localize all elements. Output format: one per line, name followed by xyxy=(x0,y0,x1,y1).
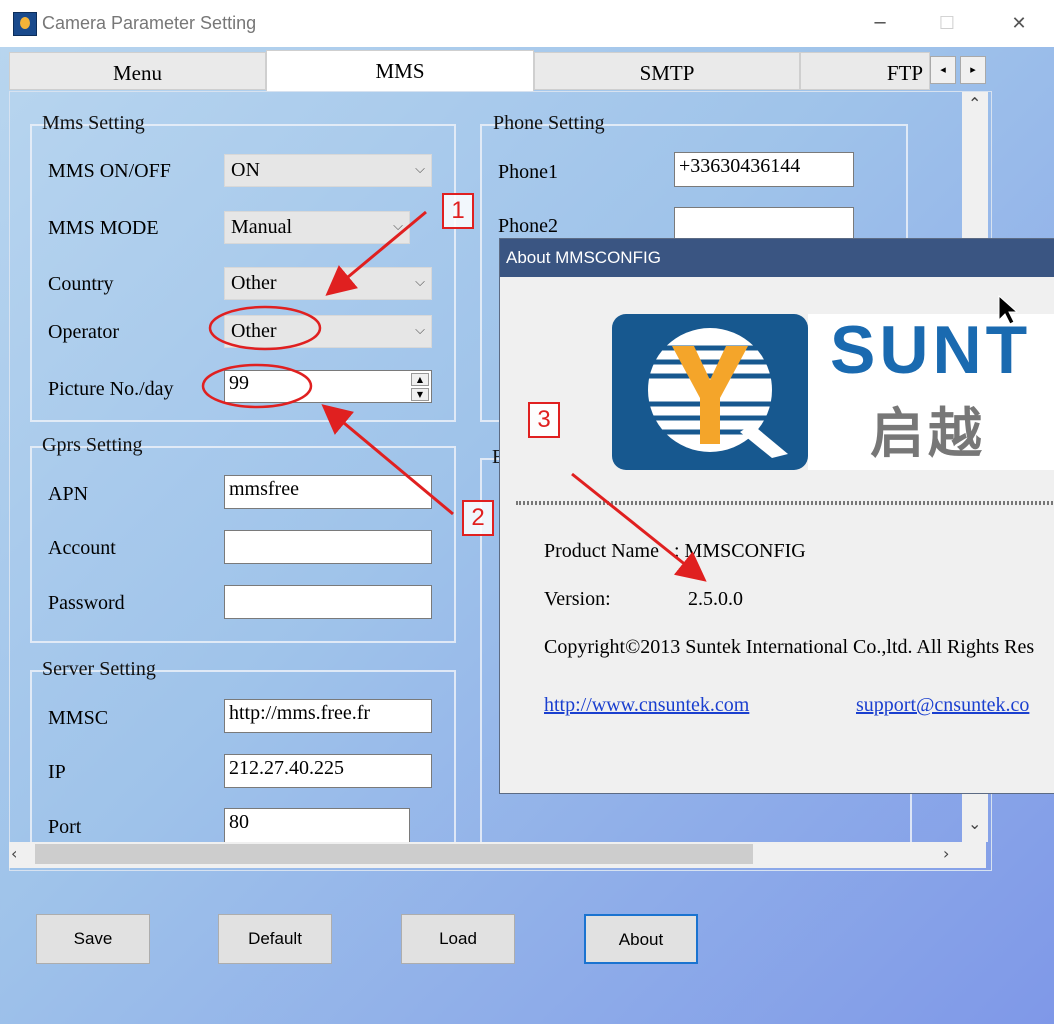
country-select[interactable]: Other ⌵ xyxy=(224,267,432,300)
horizontal-scroll-thumb[interactable] xyxy=(35,844,753,864)
chevron-down-icon: ⌵ xyxy=(415,275,425,290)
annotation-label-2: 2 xyxy=(462,500,494,536)
save-button[interactable]: Save xyxy=(36,914,150,964)
tab-menu[interactable]: Menu xyxy=(9,52,266,90)
suntek-logo-text: SUNT xyxy=(830,312,1032,388)
annotation-label-1: 1 xyxy=(442,193,474,229)
operator-select[interactable]: Other ⌵ xyxy=(224,315,432,348)
copyright-text: Copyright©2013 Suntek International Co.,… xyxy=(544,636,1035,658)
password-label: Password xyxy=(48,592,125,614)
tab-smtp[interactable]: SMTP xyxy=(534,52,800,90)
chevron-down-icon: ⌵ xyxy=(415,323,425,338)
mmsc-input[interactable]: http://mms.free.fr xyxy=(224,699,432,733)
chevron-down-icon: ⌵ xyxy=(415,162,425,177)
operator-label: Operator xyxy=(48,321,120,343)
picture-no-value: 99 xyxy=(229,372,249,394)
mms-mode-label: MMS MODE xyxy=(48,217,159,239)
tab-scroll-right-icon[interactable]: ▸ xyxy=(960,56,986,84)
ip-label: IP xyxy=(48,761,66,783)
suntek-chinese-text: 启越 xyxy=(870,402,986,465)
phone1-input[interactable]: +33630436144 xyxy=(674,152,854,187)
scroll-up-icon[interactable]: ⌃ xyxy=(968,94,981,113)
about-dialog-title: About MMSCONFIG xyxy=(500,239,1054,277)
port-input[interactable]: 80 xyxy=(224,808,410,842)
about-button[interactable]: About xyxy=(584,914,698,964)
support-email-link[interactable]: support@cnsuntek.co xyxy=(856,694,1029,717)
load-button[interactable]: Load xyxy=(401,914,515,964)
maximize-icon[interactable]: ☐ xyxy=(912,0,982,47)
picture-no-input[interactable]: 99 ▲ ▼ xyxy=(224,370,432,403)
stepper-up-icon[interactable]: ▲ xyxy=(411,373,429,386)
window-title: Camera Parameter Setting xyxy=(42,13,257,33)
scroll-down-icon[interactable]: ⌄ xyxy=(968,814,981,833)
stepper-down-icon[interactable]: ▼ xyxy=(411,388,429,401)
separator xyxy=(516,501,1054,505)
mms-setting-title: Mms Setting xyxy=(42,112,145,134)
password-input[interactable] xyxy=(224,585,432,619)
scroll-right-icon[interactable]: › xyxy=(943,844,949,863)
mmsc-label: MMSC xyxy=(48,707,109,729)
chevron-down-icon: ⌵ xyxy=(393,219,403,234)
yq-logo-icon xyxy=(612,314,808,470)
country-value: Other xyxy=(231,272,277,294)
phone2-label: Phone2 xyxy=(498,215,558,237)
mms-mode-value: Manual xyxy=(231,216,293,238)
account-input[interactable] xyxy=(224,530,432,564)
version-value: 2.5.0.0 xyxy=(688,588,743,610)
horizontal-scrollbar[interactable]: ‹ › xyxy=(9,842,986,868)
tab-scroll-left-icon[interactable]: ◂ xyxy=(930,56,956,84)
mms-onoff-value: ON xyxy=(231,159,260,181)
mms-onoff-select[interactable]: ON ⌵ xyxy=(224,154,432,187)
minimize-icon[interactable]: ─ xyxy=(845,0,915,47)
phone-setting-title: Phone Setting xyxy=(493,112,605,134)
app-icon xyxy=(13,12,37,36)
operator-value: Other xyxy=(231,320,277,342)
about-dialog: About MMSCONFIG SUNT 启越 Product Name : M… xyxy=(499,238,1054,794)
apn-input[interactable]: mmsfree xyxy=(224,475,432,509)
gprs-setting-title: Gprs Setting xyxy=(42,434,143,456)
account-label: Account xyxy=(48,537,116,559)
phone1-label: Phone1 xyxy=(498,161,558,183)
apn-label: APN xyxy=(48,483,89,505)
ip-input[interactable]: 212.27.40.225 xyxy=(224,754,432,788)
server-setting-title: Server Setting xyxy=(42,658,156,680)
picture-no-stepper[interactable]: ▲ ▼ xyxy=(411,373,429,401)
website-link[interactable]: http://www.cnsuntek.com xyxy=(544,694,749,717)
mms-mode-select[interactable]: Manual ⌵ xyxy=(224,211,410,244)
mms-onoff-label: MMS ON/OFF xyxy=(48,160,171,182)
phone2-input[interactable] xyxy=(674,207,854,242)
default-button[interactable]: Default xyxy=(218,914,332,964)
port-label: Port xyxy=(48,816,82,838)
picture-no-label: Picture No./day xyxy=(48,378,174,400)
annotation-label-3: 3 xyxy=(528,402,560,438)
country-label: Country xyxy=(48,273,114,295)
close-icon[interactable]: ✕ xyxy=(984,0,1054,47)
product-name-label: Product Name xyxy=(544,540,659,562)
tab-ftp[interactable]: FTP xyxy=(800,52,930,90)
version-label: Version: xyxy=(544,588,611,610)
scroll-left-icon[interactable]: ‹ xyxy=(11,844,17,863)
product-name-value: : MMSCONFIG xyxy=(674,540,806,562)
tab-mms[interactable]: MMS xyxy=(266,50,534,92)
